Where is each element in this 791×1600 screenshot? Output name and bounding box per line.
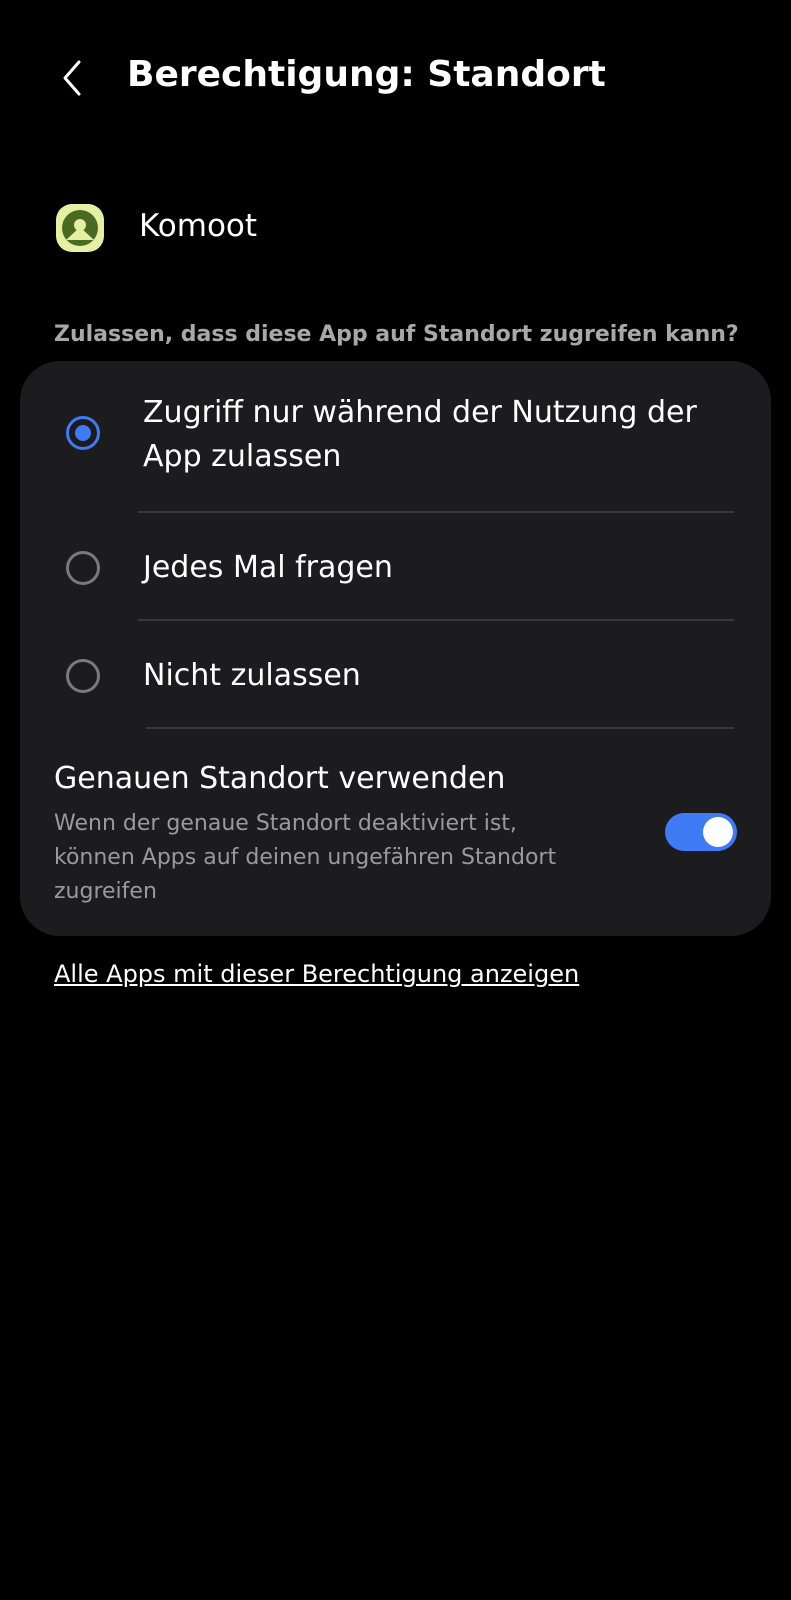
precise-location-description: Wenn der genaue Standort deaktiviert ist…: [54, 811, 557, 904]
option-label: Nicht zulassen: [143, 658, 361, 693]
permission-question: Zulassen, dass diese App auf Standort zu…: [54, 322, 739, 347]
divider: [146, 727, 734, 729]
precise-location-title: Genauen Standort verwenden: [54, 761, 506, 796]
option-deny[interactable]: Nicht zulassen: [20, 629, 771, 725]
app-info-row: Komoot: [0, 190, 791, 270]
radio-unselected-icon[interactable]: [66, 551, 100, 585]
radio-unselected-icon[interactable]: [66, 659, 100, 693]
option-label: Jedes Mal fragen: [143, 550, 393, 585]
option-allow-while-using[interactable]: Zugriff nur während der Nutzung der App …: [20, 391, 771, 481]
all-apps-link[interactable]: Alle Apps mit dieser Berechtigung anzeig…: [54, 960, 579, 988]
radio-selected-icon[interactable]: [66, 416, 100, 450]
precise-location-toggle[interactable]: [665, 813, 737, 851]
app-name: Komoot: [139, 208, 258, 244]
permission-card: Zugriff nur während der Nutzung der App …: [20, 361, 771, 936]
toggle-knob: [703, 817, 733, 847]
komoot-logo-icon: [62, 210, 98, 246]
komoot-app-icon: [56, 204, 104, 252]
divider: [138, 619, 734, 621]
page-title: Berechtigung: Standort: [127, 54, 606, 95]
divider: [138, 511, 734, 513]
back-button[interactable]: [44, 48, 100, 108]
chevron-left-icon: [63, 60, 81, 96]
option-ask-every-time[interactable]: Jedes Mal fragen: [20, 521, 771, 617]
option-label: Zugriff nur während der Nutzung der App …: [143, 395, 697, 474]
top-app-bar: Berechtigung: Standort: [0, 40, 791, 120]
